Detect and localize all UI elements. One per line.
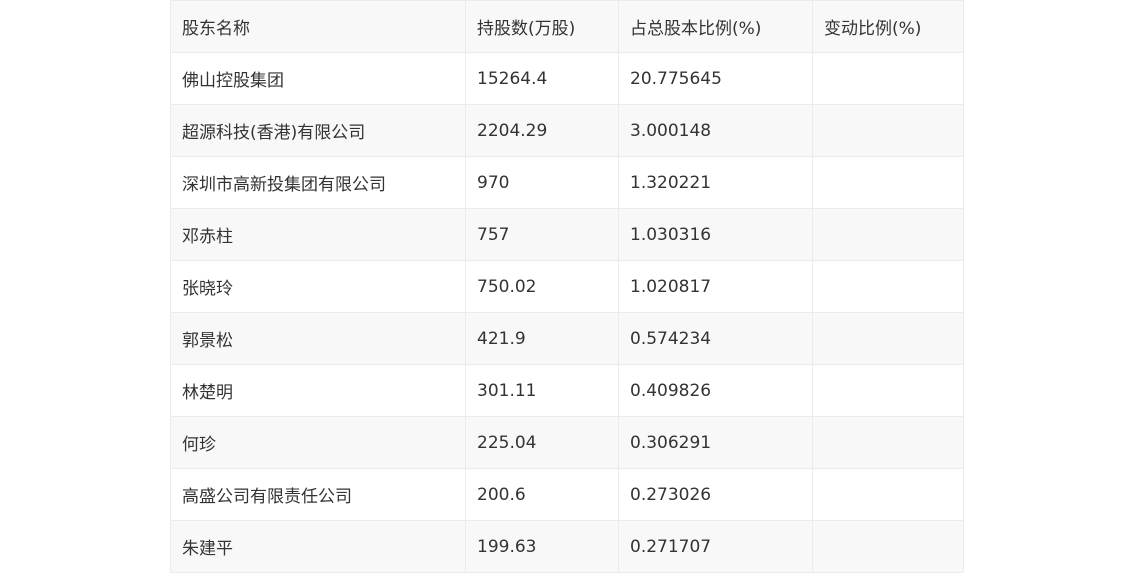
cell-shares-held: 421.9	[465, 312, 619, 365]
cell-shares-held: 200.6	[465, 468, 619, 521]
cell-shareholder-name: 深圳市高新投集团有限公司	[170, 156, 466, 209]
cell-shareholder-name: 超源科技(香港)有限公司	[170, 104, 466, 157]
table-row: 林楚明 301.11 0.409826	[170, 364, 964, 417]
cell-shares-held: 970	[465, 156, 619, 209]
cell-change-ratio	[812, 52, 964, 105]
cell-change-ratio	[812, 104, 964, 157]
table-row: 超源科技(香港)有限公司 2204.29 3.000148	[170, 104, 964, 157]
header-share-ratio: 占总股本比例(%)	[618, 0, 813, 53]
cell-change-ratio	[812, 260, 964, 313]
cell-shareholder-name: 林楚明	[170, 364, 466, 417]
table-row: 深圳市高新投集团有限公司 970 1.320221	[170, 156, 964, 209]
table-row: 张晓玲 750.02 1.020817	[170, 260, 964, 313]
table-row: 郭景松 421.9 0.574234	[170, 312, 964, 365]
cell-shareholder-name: 朱建平	[170, 520, 466, 573]
cell-share-ratio: 0.306291	[618, 416, 813, 469]
table-row: 邓赤柱 757 1.030316	[170, 208, 964, 261]
cell-shares-held: 199.63	[465, 520, 619, 573]
cell-change-ratio	[812, 468, 964, 521]
cell-shares-held: 301.11	[465, 364, 619, 417]
header-shareholder-name: 股东名称	[170, 0, 466, 53]
table-row: 高盛公司有限责任公司 200.6 0.273026	[170, 468, 964, 521]
cell-share-ratio: 0.273026	[618, 468, 813, 521]
cell-change-ratio	[812, 208, 964, 261]
cell-shares-held: 757	[465, 208, 619, 261]
cell-share-ratio: 1.030316	[618, 208, 813, 261]
shareholder-table: 股东名称 持股数(万股) 占总股本比例(%) 变动比例(%) 佛山控股集团 15…	[170, 0, 964, 573]
cell-shareholder-name: 高盛公司有限责任公司	[170, 468, 466, 521]
cell-share-ratio: 0.271707	[618, 520, 813, 573]
cell-share-ratio: 20.775645	[618, 52, 813, 105]
cell-share-ratio: 0.574234	[618, 312, 813, 365]
cell-share-ratio: 1.020817	[618, 260, 813, 313]
cell-shareholder-name: 邓赤柱	[170, 208, 466, 261]
shareholder-table-container: 股东名称 持股数(万股) 占总股本比例(%) 变动比例(%) 佛山控股集团 15…	[170, 0, 964, 573]
cell-shareholder-name: 张晓玲	[170, 260, 466, 313]
cell-shareholder-name: 何珍	[170, 416, 466, 469]
cell-change-ratio	[812, 364, 964, 417]
cell-shares-held: 225.04	[465, 416, 619, 469]
cell-change-ratio	[812, 156, 964, 209]
table-row: 朱建平 199.63 0.271707	[170, 520, 964, 573]
table-row: 佛山控股集团 15264.4 20.775645	[170, 52, 964, 105]
cell-shares-held: 750.02	[465, 260, 619, 313]
cell-share-ratio: 1.320221	[618, 156, 813, 209]
table-row: 何珍 225.04 0.306291	[170, 416, 964, 469]
cell-share-ratio: 0.409826	[618, 364, 813, 417]
table-header-row: 股东名称 持股数(万股) 占总股本比例(%) 变动比例(%)	[170, 0, 964, 53]
cell-shares-held: 15264.4	[465, 52, 619, 105]
cell-shares-held: 2204.29	[465, 104, 619, 157]
cell-shareholder-name: 佛山控股集团	[170, 52, 466, 105]
cell-change-ratio	[812, 312, 964, 365]
cell-change-ratio	[812, 416, 964, 469]
cell-share-ratio: 3.000148	[618, 104, 813, 157]
header-shares-held: 持股数(万股)	[465, 0, 619, 53]
cell-change-ratio	[812, 520, 964, 573]
header-change-ratio: 变动比例(%)	[812, 0, 964, 53]
cell-shareholder-name: 郭景松	[170, 312, 466, 365]
